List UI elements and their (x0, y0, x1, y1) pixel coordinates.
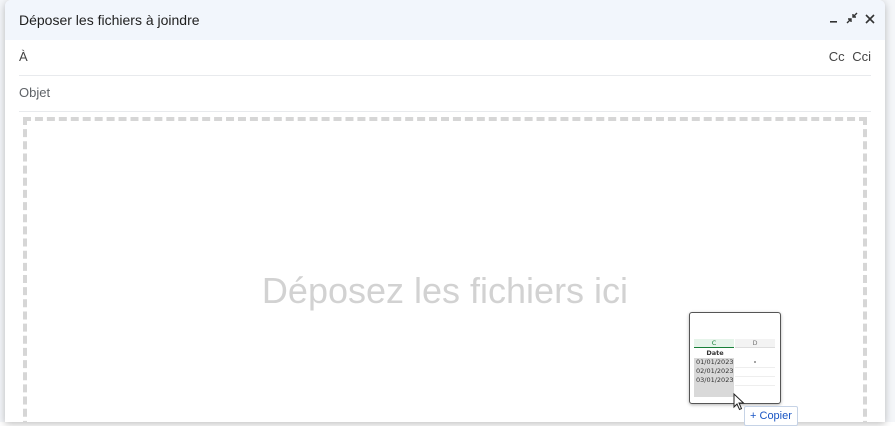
bcc-link[interactable]: Cci (852, 49, 871, 64)
compose-title: Déposer les fichiers à joindre (19, 12, 200, 28)
copy-drag-label: + Copier (744, 406, 798, 426)
cell-marker (754, 361, 756, 363)
cc-link[interactable]: Cc (829, 49, 845, 64)
drag-preview: C D Date 01/01/2023 02/01/2023 03/01/202… (689, 312, 781, 404)
to-label: À (19, 49, 28, 64)
table-cell: 02/01/2023 (694, 367, 734, 376)
to-field-row: À Cc Cci (19, 39, 871, 76)
to-input[interactable] (39, 45, 813, 69)
table-cell: 03/01/2023 (694, 376, 734, 385)
compose-title-bar[interactable]: Déposer les fichiers à joindre (5, 0, 885, 40)
subject-input[interactable] (19, 81, 859, 103)
exit-fullscreen-icon[interactable] (843, 9, 861, 29)
column-header: D (735, 339, 775, 348)
cell-header: Date (694, 349, 734, 358)
drop-zone-text: Déposez les fichiers ici (261, 270, 629, 311)
table-cell: 01/01/2023 (694, 358, 734, 367)
table-cell (694, 385, 734, 397)
close-icon[interactable] (861, 9, 879, 29)
column-header: C (694, 339, 734, 348)
copy-label: Copier (759, 410, 792, 422)
plus-icon: + (750, 410, 757, 422)
table-cell (735, 376, 775, 386)
minimize-icon[interactable] (825, 9, 843, 29)
compose-window: Déposer les fichiers à joindre À Cc Cci … (5, 0, 885, 422)
subject-field-row (19, 75, 871, 112)
cc-bcc-links: Cc Cci (825, 49, 871, 64)
spreadsheet-snippet: C D Date 01/01/2023 02/01/2023 03/01/202… (694, 339, 778, 399)
